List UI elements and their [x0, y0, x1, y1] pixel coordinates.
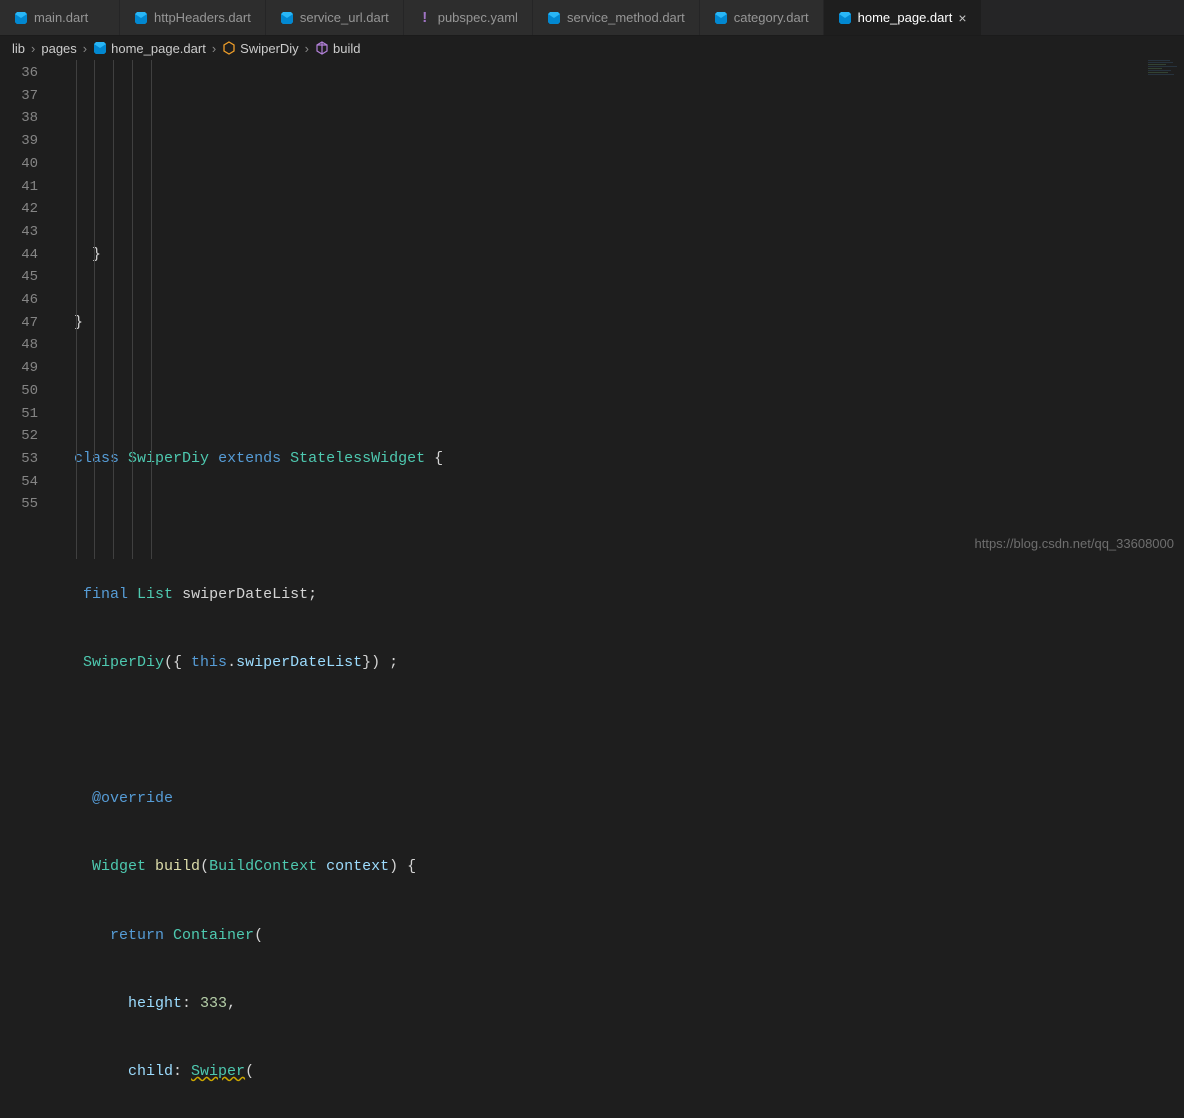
tab-httpheaders-dart[interactable]: httpHeaders.dart [120, 0, 266, 35]
code-line [56, 720, 1184, 743]
tab-pubspec-yaml[interactable]: ! pubspec.yaml [404, 0, 533, 35]
breadcrumb-item[interactable]: SwiperDiy [240, 41, 299, 56]
line-number: 50 [0, 380, 38, 403]
dart-icon [714, 11, 728, 25]
tab-label: service_url.dart [300, 10, 389, 25]
editor-tabs: main.dart httpHeaders.dart service_url.d… [0, 0, 1184, 36]
tab-main-dart[interactable]: main.dart [0, 0, 120, 35]
method-icon [315, 41, 329, 55]
tab-category-dart[interactable]: category.dart [700, 0, 824, 35]
tab-label: service_method.dart [567, 10, 685, 25]
line-number: 39 [0, 130, 38, 153]
line-number: 49 [0, 357, 38, 380]
line-number: 43 [0, 221, 38, 244]
line-number: 41 [0, 176, 38, 199]
tab-label: home_page.dart [858, 10, 953, 25]
breadcrumb-item[interactable]: lib [12, 41, 25, 56]
chevron-right-icon: › [305, 41, 309, 56]
line-number: 37 [0, 85, 38, 108]
code-area[interactable]: } } class SwiperDiy extends StatelessWid… [56, 60, 1184, 559]
tab-home-page-dart[interactable]: home_page.dart × [824, 0, 982, 35]
line-gutter: 36 37 38 39 40 41 42 43 44 45 46 47 48 4… [0, 60, 56, 559]
code-line: } [56, 244, 1184, 267]
line-number: 54 [0, 471, 38, 494]
line-number: 38 [0, 107, 38, 130]
class-icon [222, 41, 236, 55]
line-number: 40 [0, 153, 38, 176]
code-line: @override [56, 788, 1184, 811]
dart-icon [838, 11, 852, 25]
close-icon[interactable]: × [958, 10, 966, 26]
dart-icon [14, 11, 28, 25]
yaml-icon: ! [418, 9, 432, 26]
dart-icon [547, 11, 561, 25]
chevron-right-icon: › [212, 41, 216, 56]
breadcrumb-item[interactable]: pages [41, 41, 76, 56]
chevron-right-icon: › [83, 41, 87, 56]
chevron-right-icon: › [31, 41, 35, 56]
code-line [56, 380, 1184, 403]
code-line: } [56, 312, 1184, 335]
tab-label: category.dart [734, 10, 809, 25]
line-number: 55 [0, 493, 38, 516]
line-number: 47 [0, 312, 38, 335]
breadcrumb: lib › pages › home_page.dart › SwiperDiy… [0, 36, 1184, 60]
breadcrumb-item[interactable]: build [333, 41, 360, 56]
tab-service-method-dart[interactable]: service_method.dart [533, 0, 700, 35]
code-line: class SwiperDiy extends StatelessWidget … [56, 448, 1184, 471]
line-number: 42 [0, 198, 38, 221]
code-line: final List swiperDateList; [56, 584, 1184, 607]
tab-label: httpHeaders.dart [154, 10, 251, 25]
dart-icon [280, 11, 294, 25]
line-number: 48 [0, 334, 38, 357]
tab-service-url-dart[interactable]: service_url.dart [266, 0, 404, 35]
dart-icon [93, 41, 107, 55]
code-editor[interactable]: 36 37 38 39 40 41 42 43 44 45 46 47 48 4… [0, 60, 1184, 559]
code-line: height: 333, [56, 993, 1184, 1016]
line-number: 36 [0, 62, 38, 85]
code-line: return Container( [56, 925, 1184, 948]
code-line: Widget build(BuildContext context) { [56, 856, 1184, 879]
line-number: 44 [0, 244, 38, 267]
tab-label: main.dart [34, 10, 88, 25]
line-number: 46 [0, 289, 38, 312]
breadcrumb-item[interactable]: home_page.dart [111, 41, 206, 56]
watermark-text: https://blog.csdn.net/qq_33608000 [975, 536, 1175, 551]
line-number: 51 [0, 403, 38, 426]
line-number: 53 [0, 448, 38, 471]
line-number: 45 [0, 266, 38, 289]
code-line: child: Swiper( [56, 1061, 1184, 1084]
line-number: 52 [0, 425, 38, 448]
code-line: SwiperDiy({ this.swiperDateList}) ; [56, 652, 1184, 675]
minimap[interactable] [1148, 60, 1184, 180]
dart-icon [134, 11, 148, 25]
tab-label: pubspec.yaml [438, 10, 518, 25]
